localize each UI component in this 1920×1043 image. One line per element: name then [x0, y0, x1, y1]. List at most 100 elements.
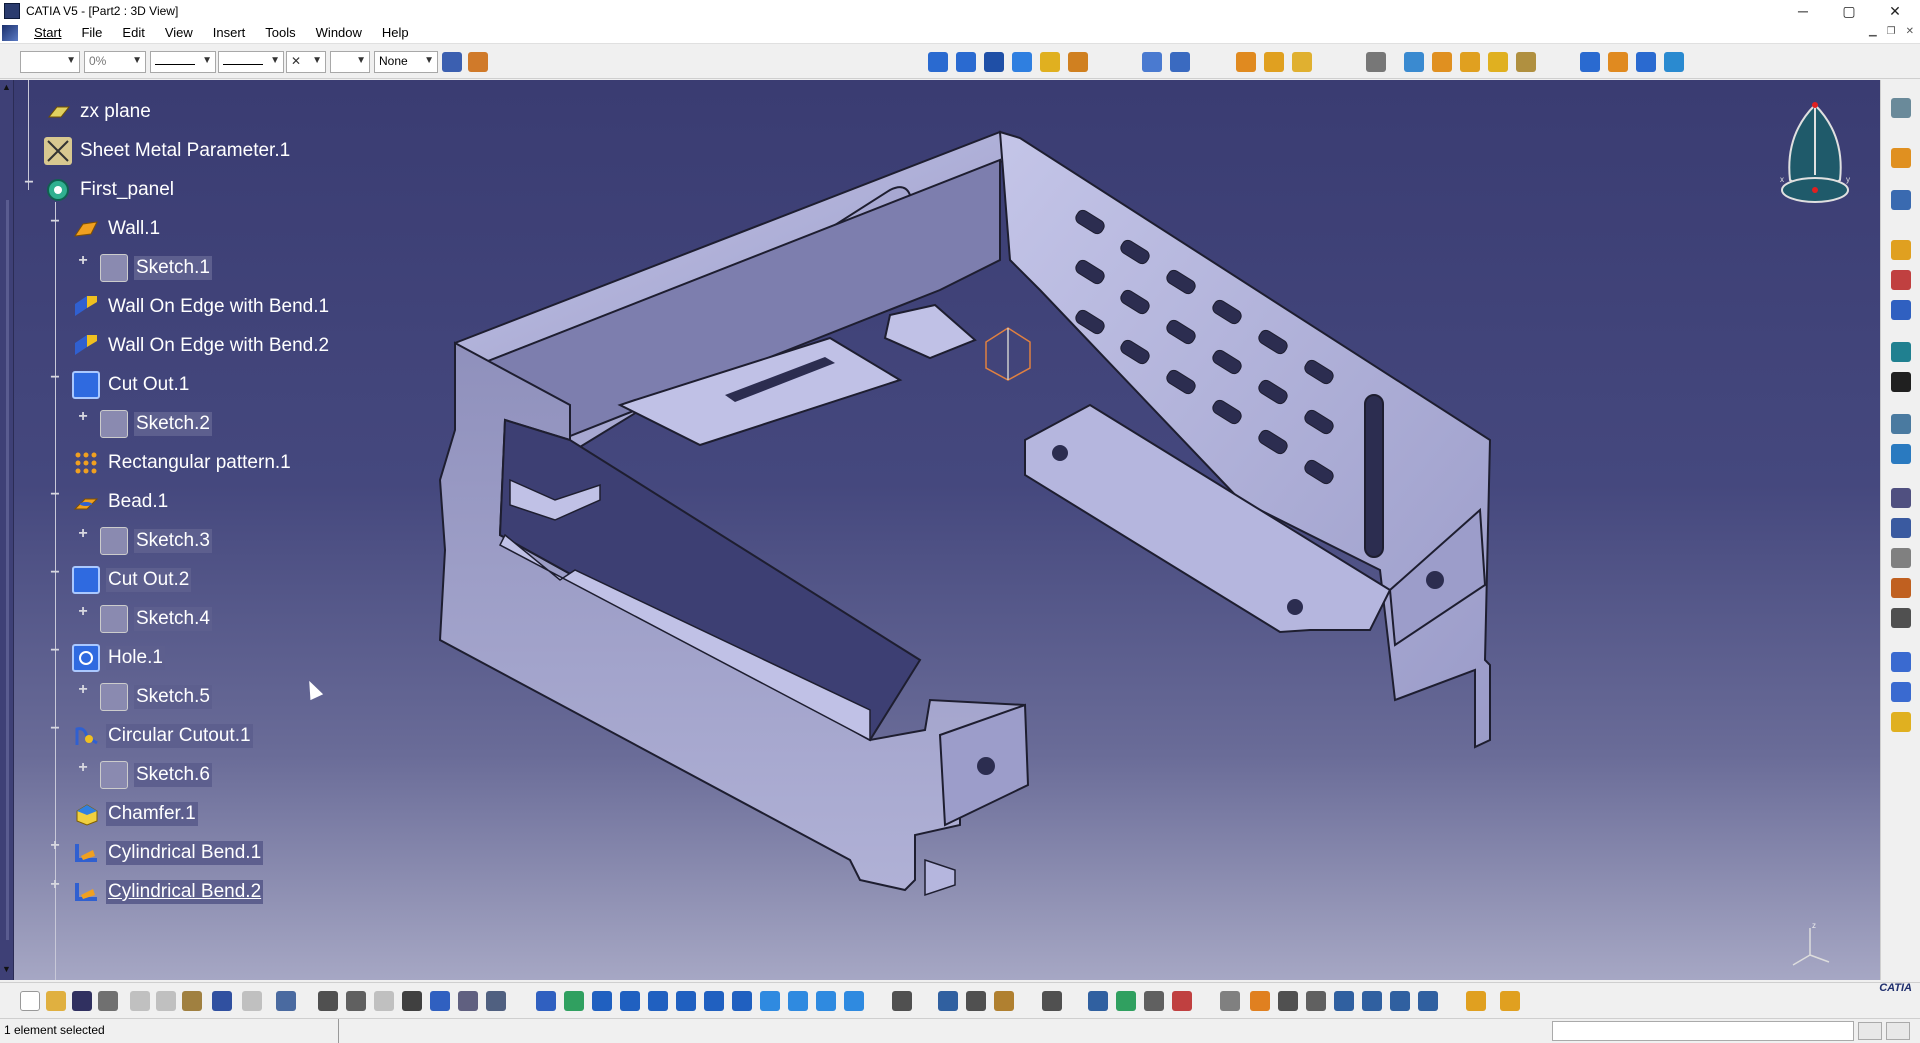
tree-node-wall-1[interactable]: Wall.1 — [72, 214, 162, 244]
collapse-icon[interactable]: − — [48, 487, 62, 503]
fly-mode-icon[interactable] — [536, 991, 556, 1011]
tree-node-sketch-4[interactable]: Sketch.4 — [100, 604, 212, 634]
tree-node-chamfer-1[interactable]: Chamfer.1 — [72, 799, 198, 829]
normal-view-bottom-icon[interactable] — [704, 991, 724, 1011]
sketcher-icon[interactable] — [1891, 190, 1911, 210]
hand-icon[interactable] — [1250, 991, 1270, 1011]
menu-file[interactable]: File — [71, 25, 112, 40]
minimize-button[interactable]: ─ — [1780, 0, 1826, 22]
shading-with-edges-icon[interactable] — [788, 991, 808, 1011]
document-icon[interactable] — [2, 24, 18, 41]
bend-from-flat-icon[interactable] — [1891, 300, 1911, 320]
opacity-combo[interactable]: 0% ▼ — [84, 51, 146, 73]
bend-icon[interactable] — [1404, 52, 1424, 72]
tree-node-sketch-5[interactable]: Sketch.5 — [100, 682, 212, 712]
dimension-icon[interactable] — [1390, 991, 1410, 1011]
shading-edges-icon[interactable] — [1040, 52, 1060, 72]
cancel-command-button[interactable] — [1886, 1022, 1910, 1040]
knowledge-icon[interactable] — [346, 991, 366, 1011]
print-icon[interactable] — [98, 991, 118, 1011]
rotate-icon[interactable] — [620, 991, 640, 1011]
expand-icon[interactable]: + — [76, 682, 90, 698]
catalog-icon[interactable] — [1500, 991, 1520, 1011]
maximize-button[interactable]: ▢ — [1826, 0, 1872, 22]
pattern-icon[interactable] — [1580, 52, 1600, 72]
constraint-icon[interactable] — [1306, 991, 1326, 1011]
tree-node-cylindrical-bend-1[interactable]: Cylindrical Bend.1 — [72, 838, 264, 868]
expand-icon[interactable]: + — [76, 526, 90, 542]
tree-node-zx-plane[interactable]: zx plane — [44, 97, 153, 127]
tree-node-wall-on-edge-1[interactable]: Wall On Edge with Bend.1 — [72, 292, 331, 322]
multi-view-icon[interactable] — [1891, 444, 1911, 464]
linetype-combo[interactable]: ▼ — [150, 51, 216, 73]
tree-node-first-panel[interactable]: First_panel — [44, 175, 176, 205]
formula-icon[interactable] — [318, 991, 338, 1011]
tree-node-wall-on-edge-2[interactable]: Wall On Edge with Bend.2 — [72, 331, 331, 361]
tree-node-hole-1[interactable]: Hole.1 — [72, 643, 165, 673]
corner-relief-icon[interactable] — [1636, 52, 1656, 72]
stamp-icon[interactable] — [1664, 52, 1684, 72]
material-icon[interactable] — [994, 991, 1014, 1011]
small-tab[interactable] — [883, 303, 977, 360]
mirror-icon[interactable] — [1608, 52, 1628, 72]
color-combo[interactable]: ▼ — [20, 51, 80, 73]
capture-icon[interactable] — [1042, 991, 1062, 1011]
cut-icon[interactable] — [130, 991, 150, 1011]
distance-icon[interactable] — [938, 991, 958, 1011]
extrusion-icon[interactable] — [1264, 52, 1284, 72]
menu-window[interactable]: Window — [306, 25, 372, 40]
expand-icon[interactable]: + — [48, 877, 62, 893]
paste-icon[interactable] — [182, 991, 202, 1011]
work-on-support-icon[interactable] — [1418, 991, 1438, 1011]
swap-visible-space-icon[interactable] — [844, 991, 864, 1011]
tree-node-circular-cutout-1[interactable]: Circular Cutout.1 — [72, 721, 253, 751]
power-input-field[interactable] — [1552, 1021, 1854, 1041]
pan-icon[interactable] — [592, 991, 612, 1011]
normal-view-icon[interactable] — [984, 52, 1004, 72]
doc-restore-icon[interactable]: ❐ — [1887, 26, 1896, 37]
zoom-area-icon[interactable] — [956, 52, 976, 72]
menu-view[interactable]: View — [155, 25, 203, 40]
update-icon[interactable] — [1220, 991, 1240, 1011]
grid-icon[interactable] — [1334, 991, 1354, 1011]
inertia-icon[interactable] — [966, 991, 986, 1011]
tree-node-sketch-3[interactable]: Sketch.3 — [100, 526, 212, 556]
texture-icon[interactable] — [1144, 991, 1164, 1011]
shading-icon[interactable] — [1012, 52, 1032, 72]
menu-start[interactable]: Start — [24, 25, 71, 40]
measure-icon[interactable] — [1891, 548, 1911, 568]
isometric-view-icon[interactable] — [760, 991, 780, 1011]
expand-icon[interactable]: + — [76, 253, 90, 269]
scrollbar-thumb[interactable] — [6, 200, 9, 940]
layer-combo[interactable]: None ▼ — [374, 51, 438, 73]
fold-unfold-icon[interactable] — [1891, 342, 1911, 362]
fit-all-in-icon[interactable] — [564, 991, 584, 1011]
stickers-icon[interactable] — [1172, 991, 1192, 1011]
tree-node-bead-1[interactable]: Bead.1 — [72, 487, 170, 517]
multi-view-bottom-icon[interactable] — [732, 991, 752, 1011]
properties-brush-icon[interactable] — [468, 52, 488, 72]
recognize-icon[interactable] — [1891, 98, 1911, 118]
render-style-combo[interactable]: ▼ — [330, 51, 370, 73]
tree-node-rectangular-pattern[interactable]: Rectangular pattern.1 — [72, 448, 293, 478]
tree-node-sheet-metal-parameter[interactable]: Sheet Metal Parameter.1 — [44, 136, 292, 166]
sheet-metal-parameters-icon[interactable] — [1142, 52, 1162, 72]
parameter-icon[interactable] — [374, 991, 394, 1011]
select-icon[interactable] — [1891, 148, 1911, 168]
wall-tool-icon[interactable] — [1236, 52, 1256, 72]
new-icon[interactable] — [20, 991, 40, 1011]
scroll-up-icon[interactable]: ▲ — [2, 82, 11, 92]
tree-node-sketch-1[interactable]: Sketch.1 — [100, 253, 212, 283]
whats-this-icon[interactable] — [276, 991, 296, 1011]
flag-note-icon[interactable] — [1891, 518, 1911, 538]
save-flat-icon[interactable] — [1891, 372, 1911, 392]
curvature-analysis-icon[interactable] — [1116, 991, 1136, 1011]
design-table-icon[interactable] — [402, 991, 422, 1011]
point-symbol-combo[interactable]: ✕ ▼ — [286, 51, 326, 73]
doc-minimize-icon[interactable]: ▁ — [1869, 26, 1877, 37]
draft-analysis-icon[interactable] — [1088, 991, 1108, 1011]
tree-node-cylindrical-bend-2[interactable]: Cylindrical Bend.2 — [72, 877, 264, 907]
tree-node-cut-out-1[interactable]: Cut Out.1 — [72, 370, 191, 400]
lineweight-combo[interactable]: ▼ — [218, 51, 284, 73]
publish-icon[interactable] — [1466, 991, 1486, 1011]
